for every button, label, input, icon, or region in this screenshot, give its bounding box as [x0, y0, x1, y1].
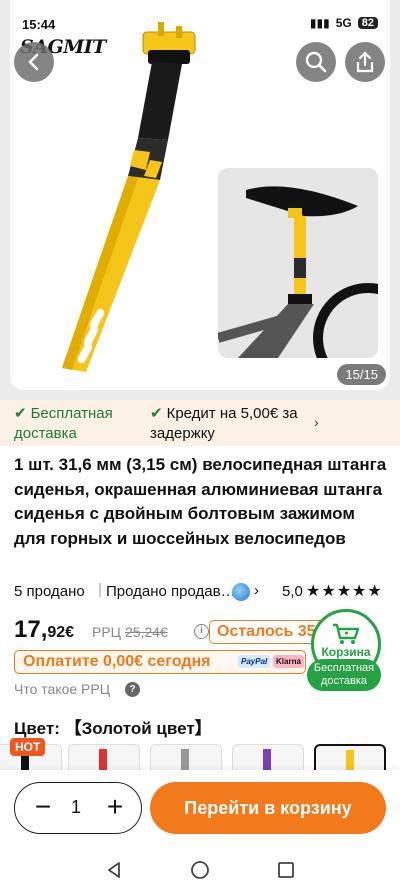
chevron-right-icon: › [314, 414, 319, 430]
cart-label: Корзина [321, 645, 371, 659]
color-label: Цвет: [14, 719, 60, 738]
free-delivery-benefit: ✔ Бесплатная доставка [14, 404, 134, 444]
network-label: 5G [335, 16, 352, 30]
sold-count: 5 продано [14, 583, 85, 600]
price: 17,92€ [14, 616, 74, 644]
product-stats: 5 продано | Продано продавцом › 5,0 ★★★★… [14, 581, 390, 603]
pay-later-banner[interactable]: Оплатите 0,00€ сегодня PayPal Klarna [14, 650, 306, 674]
status-bar: 15:44 ▮▮▮ 5G 82 [0, 0, 400, 40]
color-selector-label: Цвет: 【Золотой цвет】 [14, 714, 212, 739]
share-icon [356, 51, 374, 73]
free-delivery-pill: Бесплатная доставка [307, 659, 381, 691]
quantity-value: 1 [71, 797, 82, 817]
price-fraction: 92€ [47, 624, 75, 641]
hot-badge: HOT [10, 738, 46, 756]
price-integer: 17, [14, 616, 48, 643]
divider: | [98, 581, 102, 598]
check-icon: ✔ [14, 405, 27, 422]
check-icon: ✔ [150, 405, 163, 422]
rating-stars[interactable]: ★★★★★ [306, 581, 383, 601]
nav-recents-icon[interactable] [276, 860, 296, 880]
search-icon [305, 51, 327, 73]
search-button[interactable] [296, 42, 336, 82]
chevron-left-icon [28, 53, 39, 71]
status-icons: ▮▮▮ 5G 82 [310, 16, 378, 30]
credit-benefit: ✔ Кредит на 5,00€ за задержку [150, 404, 326, 444]
seller-link[interactable]: Продано продавцом [106, 583, 240, 600]
bottom-action-bar: − 1 + Перейти в корзину [0, 770, 400, 846]
info-icon[interactable]: i [194, 624, 209, 639]
rrp-help-link[interactable]: Что такое РРЦ [14, 681, 110, 697]
nav-home-icon[interactable] [190, 860, 210, 880]
chevron-right-icon[interactable]: › [254, 582, 259, 599]
bike-illustration [218, 168, 378, 358]
rrp-label: РРЦ [92, 624, 122, 640]
cart-icon [333, 623, 360, 644]
klarna-logo: Klarna [273, 655, 304, 668]
signal-icon: ▮▮▮ [309, 16, 330, 30]
product-title: 1 шт. 31,6 мм (3,15 см) велосипедная шта… [14, 455, 387, 548]
product-gallery[interactable]: 15:44 ▮▮▮ 5G 82 SAGMIT 15/15 [0, 0, 400, 400]
credit-text: Кредит на 5,00€ за задержку [150, 405, 298, 442]
quantity-stepper: − 1 + [14, 782, 142, 834]
inset-bike-image [218, 168, 378, 358]
status-time: 15:44 [22, 17, 56, 32]
battery-icon: 82 [357, 17, 378, 29]
pay-later-text: Оплатите 0,00€ сегодня [23, 653, 211, 670]
image-counter: 15/15 [337, 364, 386, 385]
system-nav-bar [0, 846, 400, 894]
paypal-logo: PayPal [238, 655, 271, 668]
plus-button[interactable]: + [101, 793, 129, 821]
seller-avatar-icon[interactable] [232, 583, 250, 601]
nav-back-icon[interactable] [104, 860, 124, 880]
benefits-strip[interactable]: ✔ Бесплатная доставка ✔ Кредит на 5,00€ за… [0, 400, 400, 446]
free-delivery-text: Бесплатная доставка [14, 405, 113, 442]
go-to-cart-button[interactable]: Перейти в корзину [150, 782, 386, 834]
back-button[interactable] [14, 42, 54, 82]
question-icon[interactable]: ? [125, 682, 140, 697]
color-value: 【Золотой цвет】 [64, 719, 212, 738]
rating-value: 5,0 [282, 583, 303, 600]
minus-button[interactable]: − [29, 793, 57, 821]
rrp-value: 25,24€ [125, 624, 168, 640]
share-button[interactable] [345, 42, 385, 82]
